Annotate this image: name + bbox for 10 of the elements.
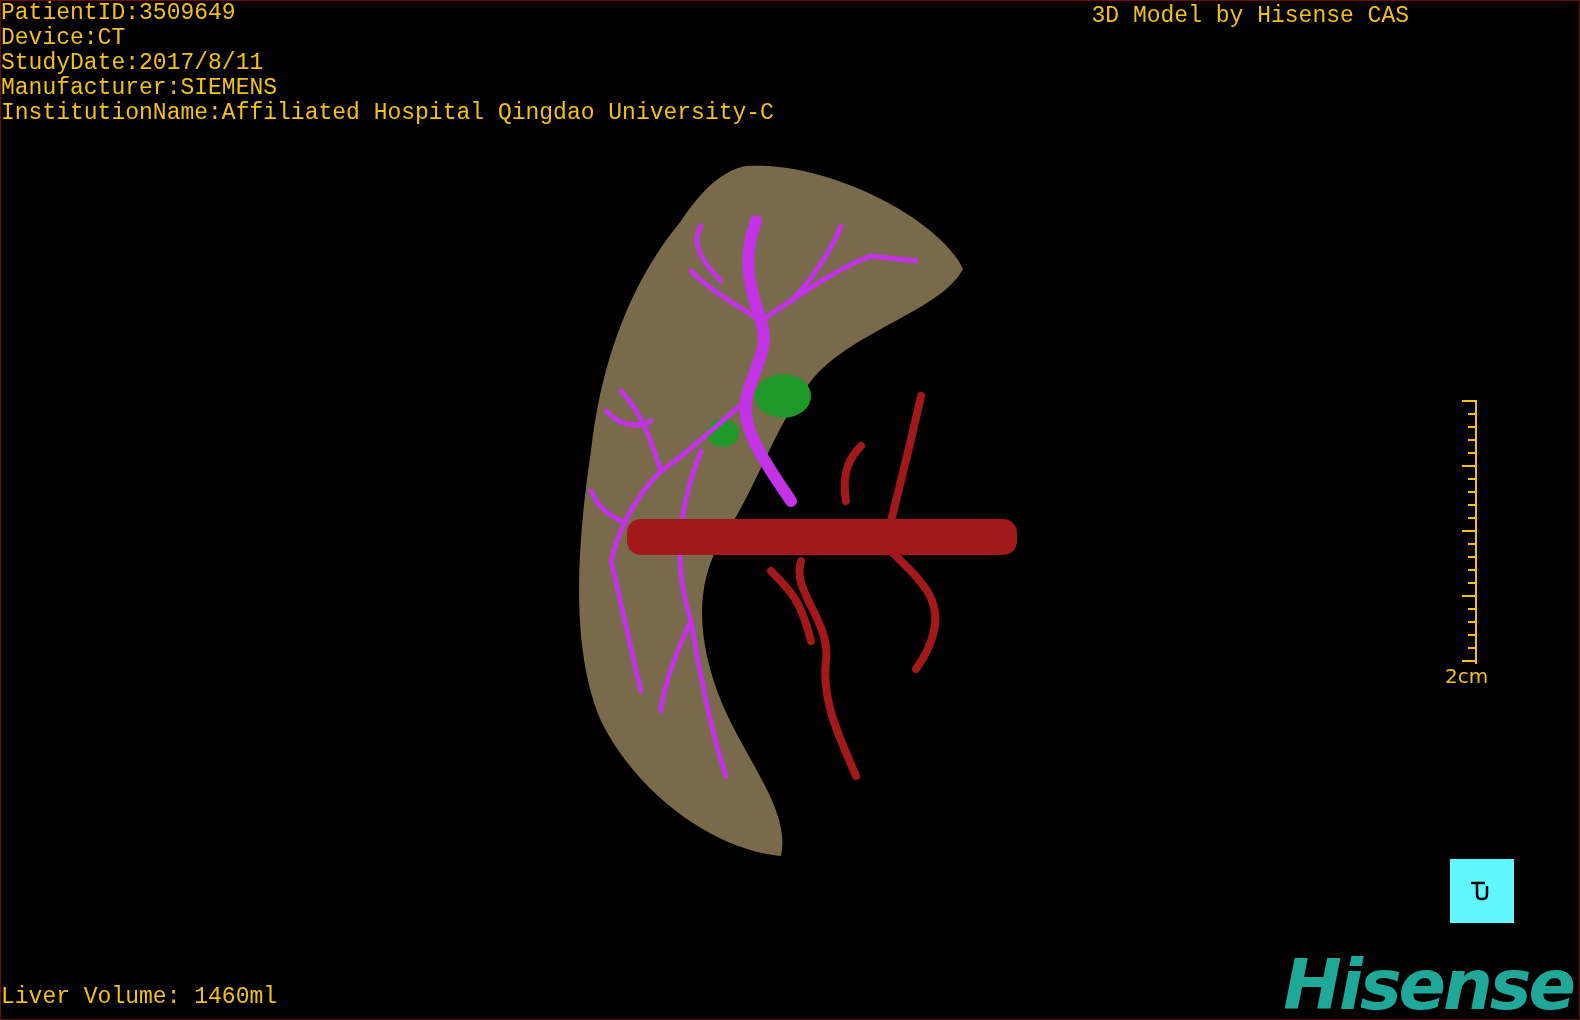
patient-info-text: PatientID:3509649: [1, 1, 237, 26]
patient-info-text: Device:CT: [1, 26, 127, 51]
model-title: 3D Model by Hisense CAS: [1091, 2, 1409, 31]
patient-info-text: Manufacturer:SIEMENS: [1, 76, 279, 101]
liver-volume-text: Liver Volume: 1460ml: [1, 983, 278, 1011]
patient-info-text: StudyDate:2017/8/11: [1, 51, 265, 76]
brand-logo: Hisense: [1283, 953, 1575, 1017]
scale-label: 2cm: [1445, 665, 1489, 687]
tool-button[interactable]: [1450, 859, 1514, 923]
patient-info-text: InstitutionName:Affiliated Hospital Qingdao University-C: [1, 101, 774, 126]
